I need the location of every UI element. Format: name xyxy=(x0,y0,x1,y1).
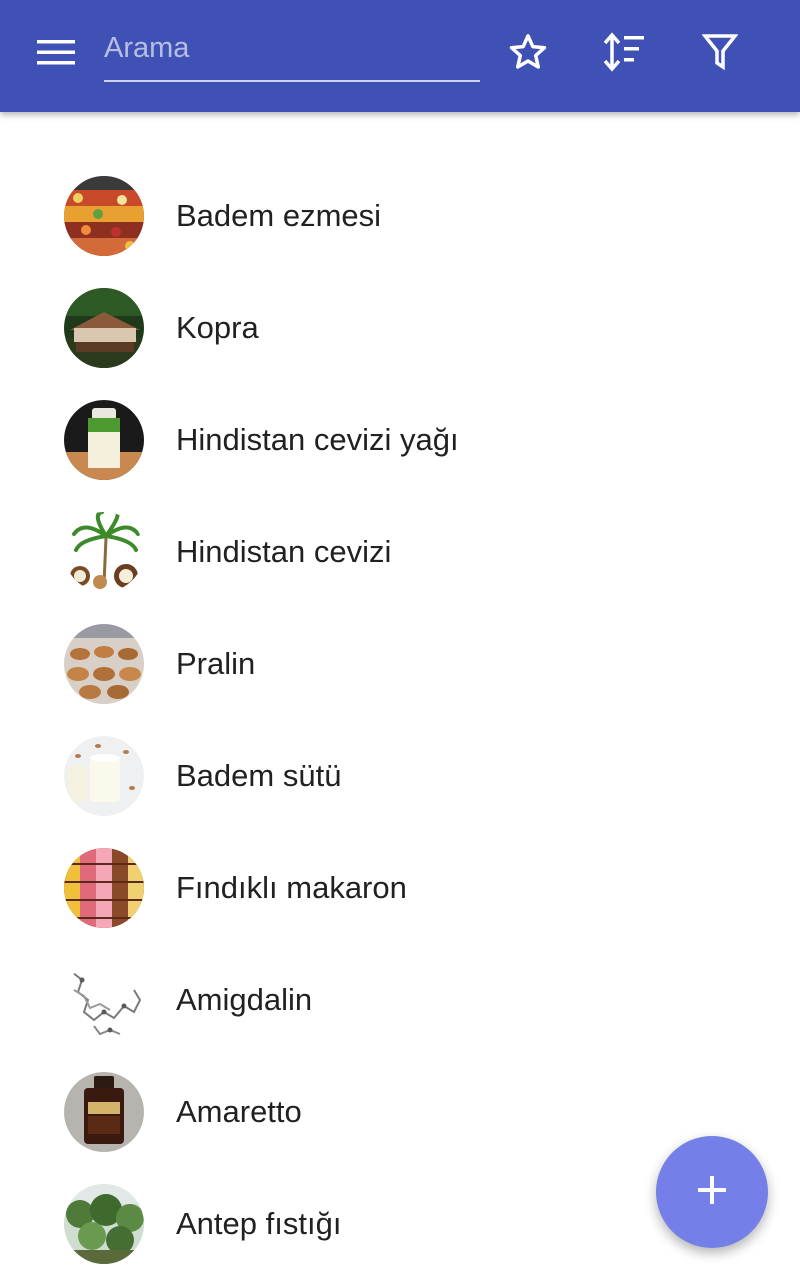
avatar xyxy=(64,400,144,480)
avatar xyxy=(64,288,144,368)
list-item[interactable]: Kopra xyxy=(0,272,800,384)
menu-icon xyxy=(37,38,75,71)
avatar xyxy=(64,624,144,704)
menu-button[interactable] xyxy=(24,22,88,86)
add-button[interactable] xyxy=(656,1136,768,1248)
avatar xyxy=(64,960,144,1040)
item-label: Hindistan cevizi yağı xyxy=(176,422,459,457)
sort-icon xyxy=(602,31,646,77)
app-screen: Badem ezmesi Kopra xyxy=(0,0,800,1280)
item-label: Badem sütü xyxy=(176,758,342,793)
item-label: Amaretto xyxy=(176,1094,302,1129)
star-outline-icon xyxy=(507,31,549,78)
item-list: Badem ezmesi Kopra Hindistan cevizi yağı… xyxy=(0,160,800,1280)
filter-button[interactable] xyxy=(688,22,752,86)
avatar xyxy=(64,1072,144,1152)
item-label: Kopra xyxy=(176,310,259,345)
list-item[interactable]: Fındıklı makaron xyxy=(0,832,800,944)
list-item[interactable]: Badem sütü xyxy=(0,720,800,832)
sort-button[interactable] xyxy=(592,22,656,86)
list-item[interactable]: Amigdalin xyxy=(0,944,800,1056)
item-label: Amigdalin xyxy=(176,982,313,1017)
item-label: Badem ezmesi xyxy=(176,198,382,233)
item-label: Hindistan cevizi xyxy=(176,534,392,569)
avatar xyxy=(64,1184,144,1264)
list-item[interactable]: Hindistan cevizi xyxy=(0,496,800,608)
list-item[interactable]: Badem ezmesi xyxy=(0,160,800,272)
list-item[interactable]: Pralin xyxy=(0,608,800,720)
avatar xyxy=(64,736,144,816)
search-field xyxy=(104,24,480,82)
search-input[interactable] xyxy=(104,24,480,72)
avatar xyxy=(64,512,144,592)
favorites-button[interactable] xyxy=(496,22,560,86)
list-item[interactable]: Hindistan cevizi yağı xyxy=(0,384,800,496)
item-label: Fındıklı makaron xyxy=(176,870,407,905)
item-label: Antep fıstığı xyxy=(176,1206,342,1241)
filter-icon xyxy=(701,32,739,77)
item-label: Pralin xyxy=(176,646,256,681)
plus-icon xyxy=(696,1174,728,1211)
avatar xyxy=(64,848,144,928)
avatar xyxy=(64,176,144,256)
app-toolbar xyxy=(0,0,800,112)
